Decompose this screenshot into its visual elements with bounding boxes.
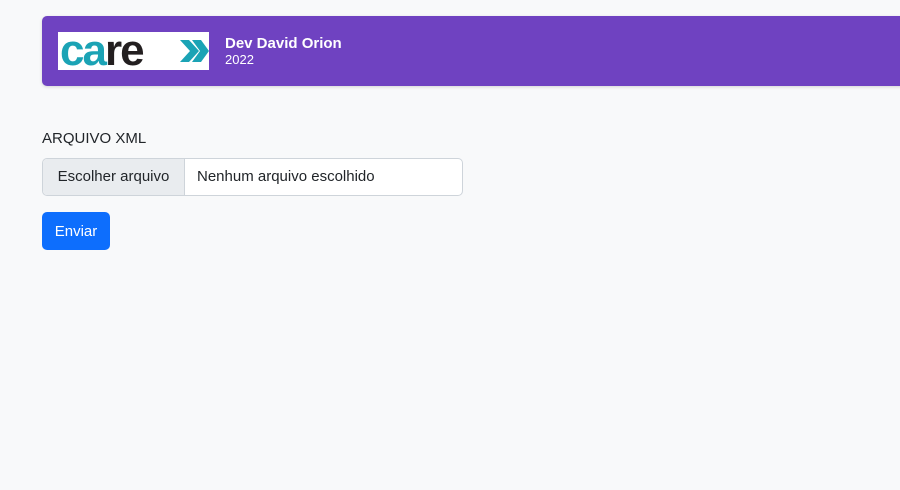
- xml-file-label: ARQUIVO XML: [42, 130, 147, 147]
- file-status-text: Nenhum arquivo escolhido: [197, 168, 375, 185]
- brand-text: Dev David Orion 2022: [225, 35, 342, 67]
- xml-file-input[interactable]: Escolher arquivo Nenhum arquivo escolhid…: [42, 158, 463, 196]
- care-logo: care: [58, 32, 209, 70]
- brand-year: 2022: [225, 52, 254, 67]
- logo-wordmark: care: [60, 32, 143, 70]
- app-header: care Dev David Orion 2022: [42, 16, 900, 86]
- submit-button[interactable]: Enviar: [42, 212, 110, 250]
- double-chevron-right-icon: [180, 40, 209, 62]
- brand-name: Dev David Orion: [225, 35, 342, 52]
- choose-file-button[interactable]: Escolher arquivo: [43, 159, 185, 195]
